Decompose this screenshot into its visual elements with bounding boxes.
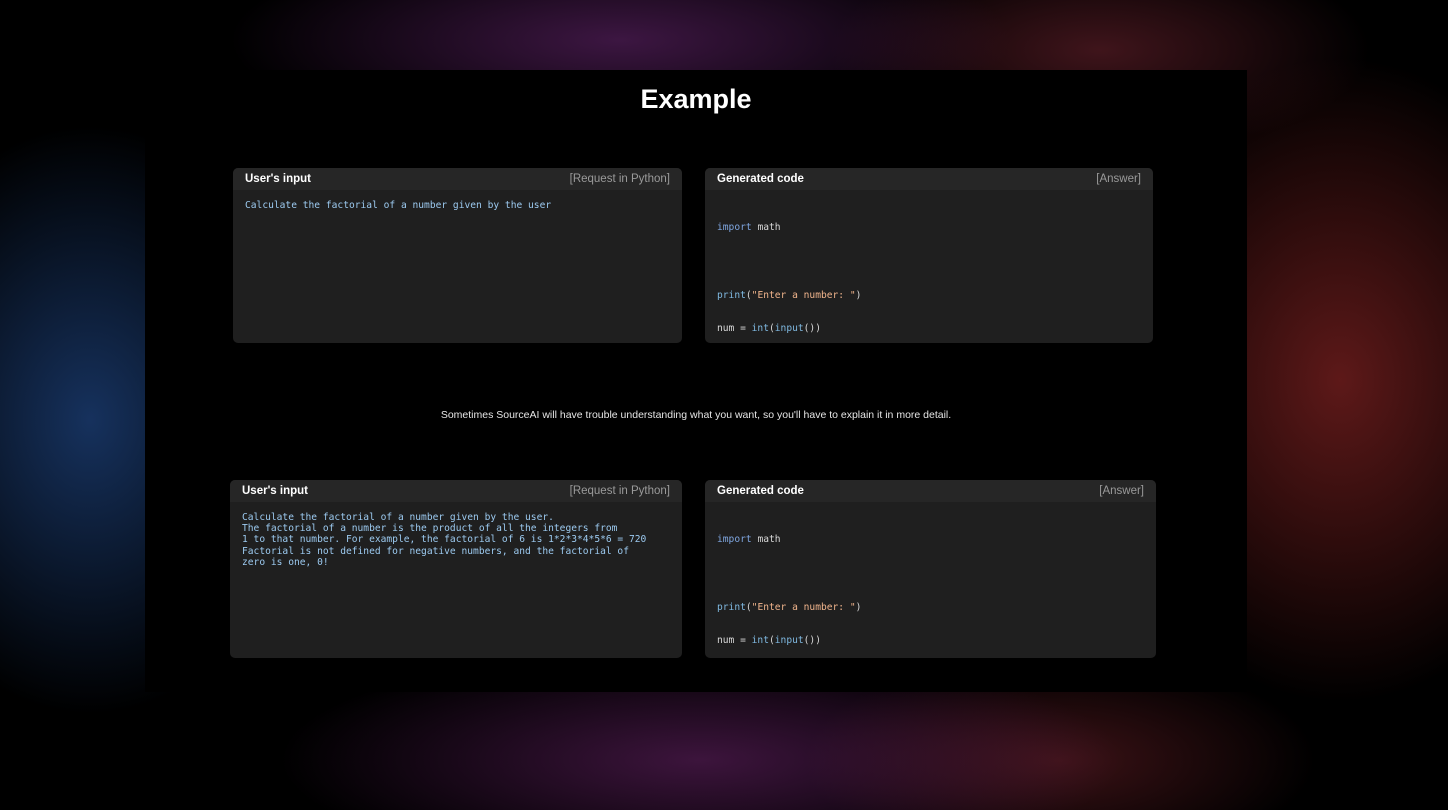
- slide-stage: Example User's input [Request in Python]…: [0, 0, 1448, 810]
- slide-title: Example: [640, 84, 752, 114]
- code-token: print: [717, 601, 746, 613]
- code-token: input: [774, 635, 804, 647]
- panel-title: User's input: [242, 485, 308, 497]
- code-line: import math: [717, 534, 1144, 545]
- panel-header: Generated code [Answer]: [705, 168, 1153, 190]
- presentation-screen: Example User's input [Request in Python]…: [145, 70, 1247, 692]
- code-token: math: [757, 222, 781, 234]
- generated-code-panel-1: Generated code [Answer] import math prin…: [705, 168, 1153, 343]
- code-token: import: [717, 222, 752, 234]
- panel-header: User's input [Request in Python]: [230, 480, 682, 502]
- generated-code-panel-2: Generated code [Answer] import math prin…: [705, 480, 1156, 658]
- request-language-tag: [Request in Python]: [569, 173, 670, 185]
- generated-code-block: import math print("Enter a number: ") nu…: [705, 502, 1156, 658]
- panel-header: Generated code [Answer]: [705, 480, 1156, 502]
- answer-tag: [Answer]: [1099, 485, 1144, 497]
- code-token: math: [757, 534, 781, 546]
- user-input-text: Calculate the factorial of a number give…: [245, 200, 552, 211]
- code-token: import: [717, 534, 752, 546]
- code-token: "Enter a number: ": [751, 289, 856, 301]
- panel-title: Generated code: [717, 173, 804, 185]
- explanation-note: Sometimes SourceAI will have trouble und…: [440, 409, 952, 421]
- panel-title: Generated code: [717, 485, 804, 497]
- user-input-panel-2: User's input [Request in Python] Calcula…: [230, 480, 682, 658]
- code-line: print("Enter a number: "): [717, 601, 862, 613]
- code-line: import math: [717, 222, 1141, 233]
- user-input-text: Calculate the factorial of a number give…: [242, 512, 647, 568]
- code-token: int: [751, 323, 769, 335]
- code-token: input: [774, 323, 804, 335]
- code-token: "Enter a number: ": [751, 601, 856, 613]
- code-token: print: [717, 289, 746, 301]
- code-token: int: [751, 635, 769, 647]
- code-line: print("Enter a number: "): [717, 289, 862, 301]
- answer-tag: [Answer]: [1096, 173, 1141, 185]
- request-language-tag: [Request in Python]: [569, 485, 670, 497]
- generated-code-block: import math print("Enter a number: ") nu…: [705, 190, 1153, 343]
- panel-header: User's input [Request in Python]: [233, 168, 682, 190]
- code-line: num = int(input()): [717, 323, 821, 335]
- code-line: num = int(input()): [717, 635, 821, 647]
- user-input-panel-1: User's input [Request in Python] Calcula…: [233, 168, 682, 343]
- panel-title: User's input: [245, 173, 311, 185]
